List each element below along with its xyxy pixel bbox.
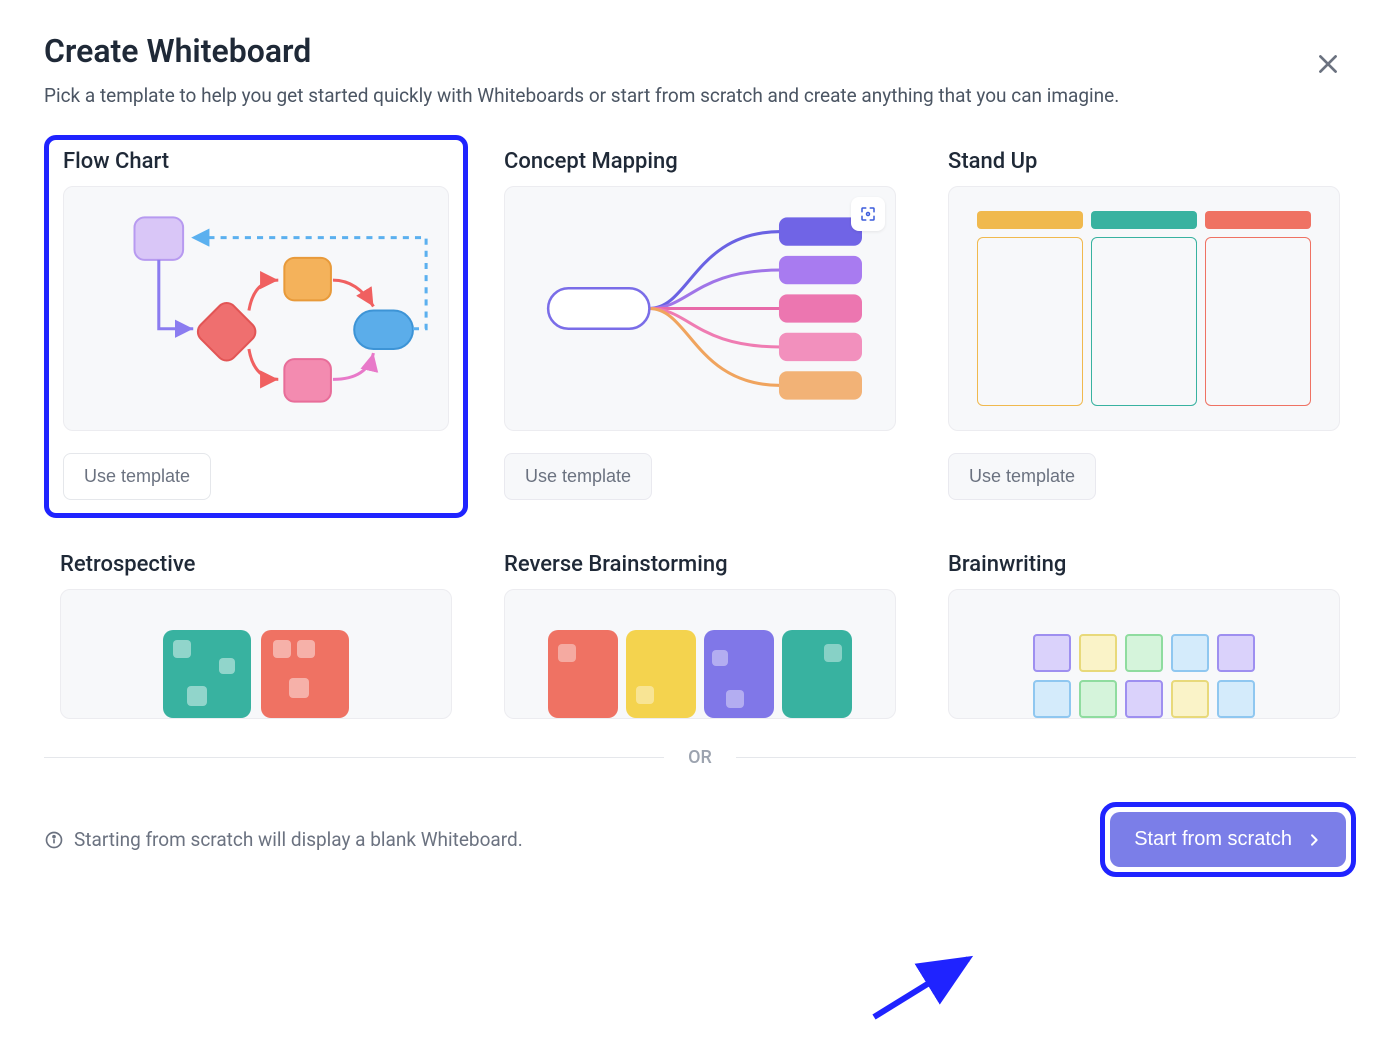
separator-line — [736, 757, 1356, 758]
template-title: Stand Up — [948, 149, 1340, 174]
use-template-button[interactable]: Use template — [504, 453, 652, 500]
use-template-button[interactable]: Use template — [63, 453, 211, 500]
template-title: Concept Mapping — [504, 149, 896, 174]
template-card-concept-mapping[interactable]: Concept Mapping — [488, 135, 912, 518]
start-from-scratch-button[interactable]: Start from scratch — [1110, 812, 1346, 867]
annotation-arrow — [870, 945, 980, 1025]
template-preview-retrospective — [60, 589, 452, 719]
expand-icon-wrap[interactable] — [851, 197, 885, 231]
template-title: Flow Chart — [63, 149, 449, 174]
create-whiteboard-modal: Create Whiteboard Pick a template to hel… — [0, 0, 1400, 1043]
template-preview-concept-mapping — [504, 186, 896, 431]
template-title: Reverse Brainstorming — [504, 552, 896, 577]
template-card-reverse-brainstorming[interactable]: Reverse Brainstorming — [488, 538, 912, 719]
expand-icon — [859, 205, 877, 223]
modal-title: Create Whiteboard — [44, 32, 1356, 70]
template-title: Retrospective — [60, 552, 452, 577]
close-icon — [1315, 51, 1341, 77]
template-grid: Flow Chart — [44, 135, 1356, 719]
template-card-flow-chart[interactable]: Flow Chart — [44, 135, 468, 518]
modal-footer: Starting from scratch will display a bla… — [44, 802, 1356, 907]
template-card-retrospective[interactable]: Retrospective — [44, 538, 468, 719]
concept-mapping-thumbnail — [505, 187, 895, 430]
info-icon — [44, 830, 64, 850]
scratch-info: Starting from scratch will display a bla… — [44, 828, 523, 851]
template-card-stand-up[interactable]: Stand Up Use template — [932, 135, 1356, 518]
template-preview-flow-chart — [63, 186, 449, 431]
template-preview-brainwriting — [948, 589, 1340, 719]
modal-subtitle: Pick a template to help you get started … — [44, 84, 1356, 107]
use-template-button[interactable]: Use template — [948, 453, 1096, 500]
flow-chart-thumbnail — [64, 187, 448, 430]
separator: OR — [44, 747, 1356, 768]
start-from-scratch-highlight: Start from scratch — [1100, 802, 1356, 877]
template-card-brainwriting[interactable]: Brainwriting — [932, 538, 1356, 719]
template-preview-reverse-brainstorming — [504, 589, 896, 719]
close-button[interactable] — [1308, 44, 1348, 84]
separator-or-label: OR — [664, 747, 736, 768]
template-title: Brainwriting — [948, 552, 1340, 577]
scratch-info-text: Starting from scratch will display a bla… — [74, 828, 523, 851]
template-preview-stand-up — [948, 186, 1340, 431]
modal-header: Create Whiteboard Pick a template to hel… — [44, 0, 1356, 107]
start-from-scratch-label: Start from scratch — [1134, 828, 1292, 851]
chevron-right-icon — [1306, 832, 1322, 848]
separator-line — [44, 757, 664, 758]
